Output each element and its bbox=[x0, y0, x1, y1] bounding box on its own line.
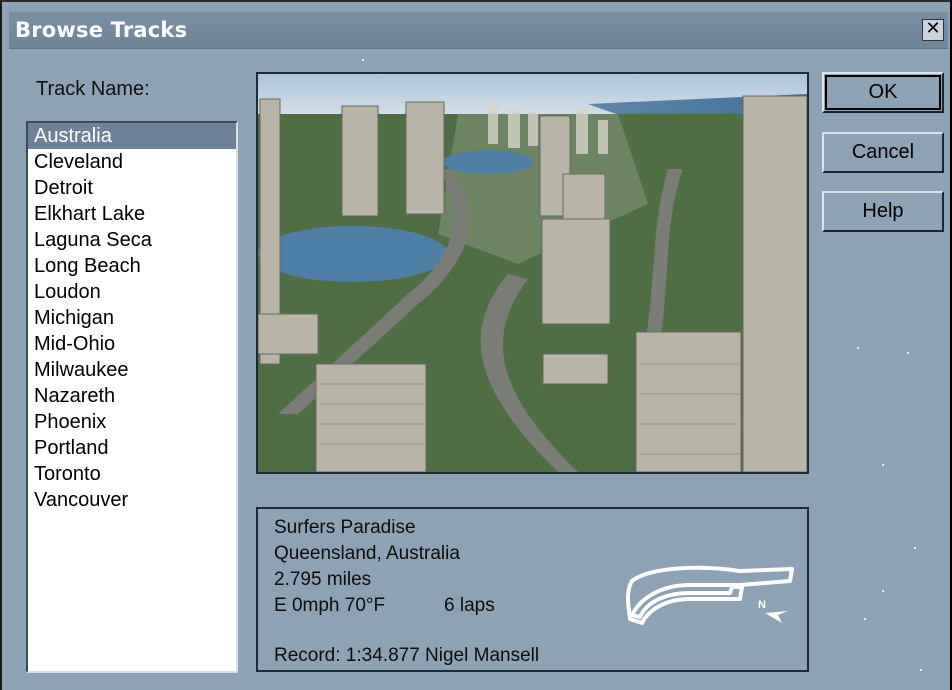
list-item[interactable]: Laguna Seca bbox=[28, 227, 236, 253]
close-button[interactable]: ✕ bbox=[922, 19, 944, 41]
list-item[interactable]: Mid-Ohio bbox=[28, 331, 236, 357]
list-item[interactable]: Michigan bbox=[28, 305, 236, 331]
background-dot bbox=[907, 352, 909, 354]
background-dot bbox=[857, 347, 859, 349]
track-listbox[interactable]: Australia Cleveland Detroit Elkhart Lake… bbox=[26, 121, 238, 673]
lap-count: 6 laps bbox=[444, 595, 495, 616]
list-item[interactable]: Toronto bbox=[28, 461, 236, 487]
title-bar[interactable]: Browse Tracks ✕ bbox=[9, 12, 948, 49]
track-preview-image bbox=[256, 72, 809, 474]
compass-north-label: N bbox=[758, 599, 766, 611]
list-item[interactable]: Phoenix bbox=[28, 409, 236, 435]
track-info-panel: Surfers Paradise Queensland, Australia 2… bbox=[256, 507, 809, 672]
track-name: Surfers Paradise bbox=[274, 517, 416, 538]
background-dot bbox=[914, 547, 916, 549]
track-name-label: Track Name: bbox=[36, 78, 150, 100]
list-item[interactable]: Detroit bbox=[28, 175, 236, 201]
dialog-title: Browse Tracks bbox=[15, 18, 188, 42]
close-icon: ✕ bbox=[925, 18, 941, 39]
cancel-button[interactable]: Cancel bbox=[822, 132, 944, 173]
list-item[interactable]: Long Beach bbox=[28, 253, 236, 279]
track-length: 2.795 miles bbox=[274, 569, 372, 590]
list-item[interactable]: Australia bbox=[28, 123, 236, 149]
weather-readout: E 0mph 70°F bbox=[274, 595, 386, 616]
background-dot bbox=[864, 618, 866, 620]
ok-button[interactable]: OK bbox=[822, 72, 944, 113]
background-dot bbox=[920, 669, 922, 671]
background-dot bbox=[882, 590, 884, 592]
list-item[interactable]: Loudon bbox=[28, 279, 236, 305]
list-item[interactable]: Portland bbox=[28, 435, 236, 461]
help-button[interactable]: Help bbox=[822, 191, 944, 232]
browse-tracks-dialog: Browse Tracks ✕ Track Name: Australia Cl… bbox=[0, 0, 950, 690]
track-map-icon: N bbox=[620, 559, 800, 633]
background-dot bbox=[362, 59, 364, 61]
list-item[interactable]: Cleveland bbox=[28, 149, 236, 175]
compass-arrow-icon bbox=[765, 611, 788, 623]
list-item[interactable]: Milwaukee bbox=[28, 357, 236, 383]
lap-record: Record: 1:34.877 Nigel Mansell bbox=[274, 645, 540, 666]
track-location: Queensland, Australia bbox=[274, 543, 460, 564]
background-dot bbox=[882, 464, 884, 466]
list-item[interactable]: Elkhart Lake bbox=[28, 201, 236, 227]
list-item[interactable]: Nazareth bbox=[28, 383, 236, 409]
list-item[interactable]: Vancouver bbox=[28, 487, 236, 513]
